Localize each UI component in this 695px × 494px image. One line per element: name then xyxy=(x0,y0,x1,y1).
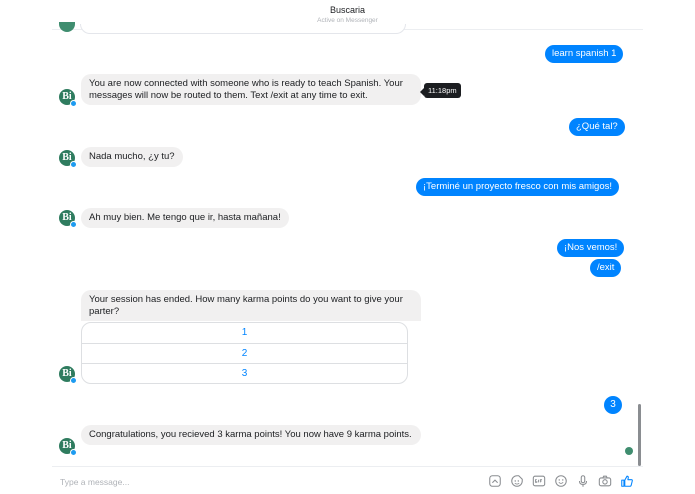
message-input[interactable] xyxy=(60,475,360,489)
message-bubble-outgoing[interactable]: ¿Qué tal? xyxy=(569,118,625,136)
quick-reply-option[interactable]: 1 xyxy=(82,323,407,343)
timestamp-tooltip: 11:18pm xyxy=(420,83,461,98)
read-receipt-avatar xyxy=(625,447,633,455)
contact-status: Active on Messenger xyxy=(317,17,378,24)
online-status-icon xyxy=(70,377,77,384)
microphone-icon[interactable] xyxy=(575,473,591,489)
message-bubble-incoming[interactable]: Congratulations, you recieved 3 karma po… xyxy=(81,425,421,445)
quick-reply-option[interactable]: 2 xyxy=(82,343,407,363)
message-bubble-outgoing[interactable]: ¡Terminé un proyecto fresco con mis amig… xyxy=(416,178,620,196)
quick-reply-options: 1 2 3 xyxy=(81,322,408,384)
composer-toolbar xyxy=(487,473,635,489)
gif-icon[interactable] xyxy=(531,473,547,489)
avatar[interactable]: Bi xyxy=(59,438,77,456)
avatar xyxy=(59,22,75,32)
message-bubble-incoming[interactable]: Nada mucho, ¿y tu? xyxy=(81,147,183,167)
scrollbar[interactable] xyxy=(638,404,641,466)
avatar[interactable]: Bi xyxy=(59,89,77,107)
message-bubble-outgoing[interactable]: ¡Nos vemos! xyxy=(557,239,625,257)
emoji-face-icon[interactable] xyxy=(509,473,525,489)
message-bubble-incoming xyxy=(80,24,406,34)
message-bubble-incoming[interactable]: Ah muy bien. Me tengo que ir, hasta maña… xyxy=(81,208,289,228)
message-bubble-outgoing[interactable]: /exit xyxy=(590,259,622,277)
online-status-icon xyxy=(70,449,77,456)
smiley-icon[interactable] xyxy=(553,473,569,489)
avatar[interactable]: Bi xyxy=(59,366,77,384)
online-status-icon xyxy=(70,100,77,107)
sticker-icon[interactable] xyxy=(487,473,503,489)
online-status-icon xyxy=(70,221,77,228)
contact-name[interactable]: Buscaria xyxy=(0,5,695,15)
message-bubble-incoming[interactable]: You are now connected with someone who i… xyxy=(81,74,421,105)
message-bubble-outgoing[interactable]: 3 xyxy=(604,396,622,414)
message-composer xyxy=(52,466,643,494)
quick-reply-option[interactable]: 3 xyxy=(82,363,407,383)
thumbs-up-icon[interactable] xyxy=(619,473,635,489)
message-bubble-outgoing[interactable]: learn spanish 1 xyxy=(545,45,624,63)
online-status-icon xyxy=(70,161,77,168)
message-bubble-incoming[interactable]: Your session has ended. How many karma p… xyxy=(81,290,421,321)
avatar[interactable]: Bi xyxy=(59,150,77,168)
camera-icon[interactable] xyxy=(597,473,613,489)
avatar[interactable]: Bi xyxy=(59,210,77,228)
